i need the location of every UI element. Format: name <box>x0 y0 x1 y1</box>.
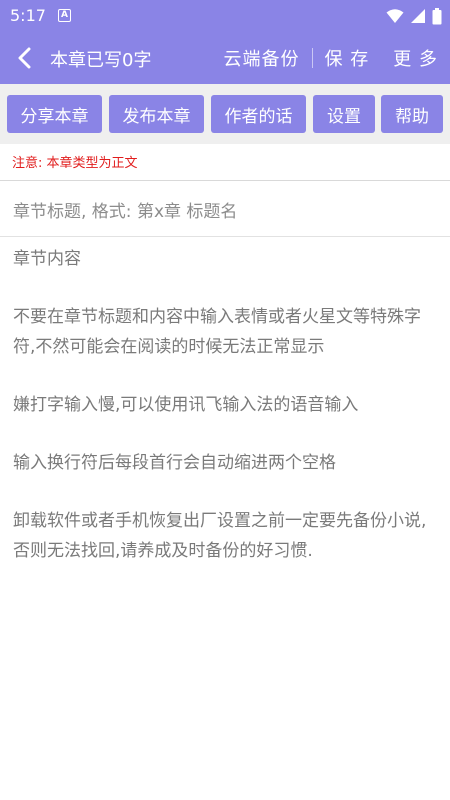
divider <box>0 180 450 181</box>
word-count-title: 本章已写0字 <box>50 50 152 71</box>
chapter-type-notice: 注意: 本章类型为正文 <box>12 156 138 171</box>
more-button[interactable]: 更 多 <box>381 45 450 71</box>
chapter-title-input[interactable] <box>0 190 450 234</box>
chevron-left-icon <box>18 47 31 69</box>
content-placeholder-tip: 输入换行符后每段首行会自动缩进两个空格 <box>13 453 336 473</box>
app-actions: 云端备份 保 存 更 多 <box>212 32 450 84</box>
author-words-button[interactable]: 作者的话 <box>211 95 306 133</box>
content-placeholder-tip: 嫌打字输入慢,可以使用讯飞输入法的语音输入 <box>13 395 359 415</box>
help-button[interactable]: 帮助 <box>381 95 443 133</box>
publish-chapter-button[interactable]: 发布本章 <box>109 95 204 133</box>
status-time: 5:17 <box>10 6 46 25</box>
signal-icon <box>411 9 425 23</box>
content-placeholder-tip: 不要在章节标题和内容中输入表情或者火星文等特殊字符,不然可能会在阅读的时候无法正… <box>13 307 421 357</box>
back-button[interactable] <box>10 43 40 73</box>
content-placeholder-tip: 卸载软件或者手机恢复出厂设置之前一定要先备份小说,否则无法找回,请养成及时备份的… <box>13 511 427 561</box>
share-chapter-button[interactable]: 分享本章 <box>7 95 102 133</box>
cloud-backup-button[interactable]: 云端备份 <box>212 45 312 71</box>
divider <box>0 236 450 237</box>
status-bar: 5:17 A <box>0 0 450 32</box>
content-placeholder-heading: 章节内容 <box>13 249 81 269</box>
status-icons <box>386 7 442 25</box>
save-button[interactable]: 保 存 <box>313 45 382 71</box>
notification-icon: A <box>58 9 71 22</box>
wifi-icon <box>386 9 404 23</box>
app-bar: 本章已写0字 云端备份 保 存 更 多 <box>0 32 450 84</box>
battery-icon <box>432 7 442 24</box>
chapter-content-input[interactable]: 章节内容 不要在章节标题和内容中输入表情或者火星文等特殊字符,不然可能会在阅读的… <box>0 240 450 800</box>
toolbar: 分享本章 发布本章 作者的话 设置 帮助 <box>0 84 450 144</box>
settings-button[interactable]: 设置 <box>313 95 375 133</box>
